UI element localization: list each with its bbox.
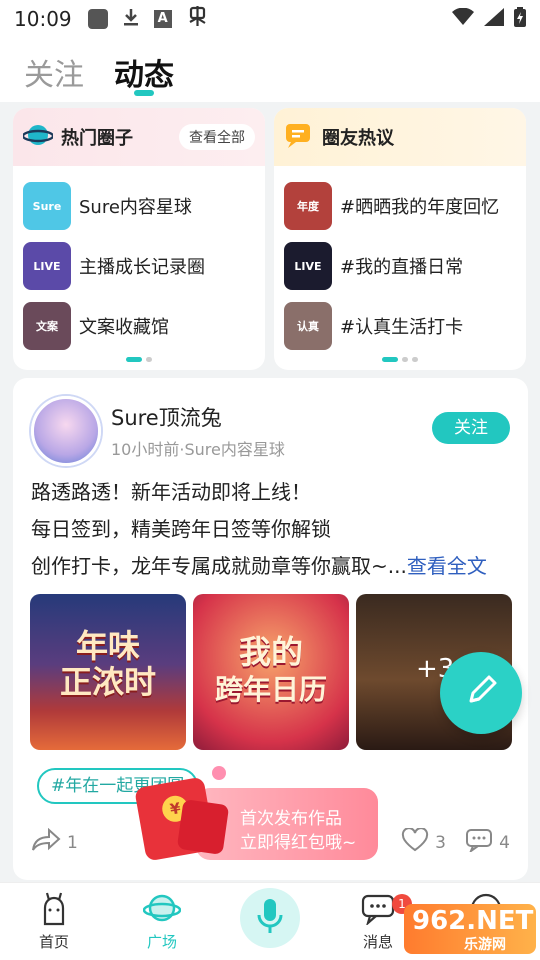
heart-icon bbox=[401, 827, 429, 857]
site-watermark: 962.NET 乐游网 bbox=[404, 904, 536, 954]
comment-action[interactable]: 4 bbox=[465, 828, 510, 857]
read-more-link[interactable]: 查看全文 bbox=[407, 554, 487, 578]
post-meta: 10小时前·Sure内容星球 bbox=[111, 440, 285, 459]
circle-item[interactable]: Sure Sure内容星球 bbox=[23, 182, 265, 230]
hot-topics-card: 圈友热议 年度 #晒晒我的年度回忆 LIVE #我的直播日常 认真 #认真生活打… bbox=[274, 108, 526, 370]
watermark-bottom: 乐游网 bbox=[464, 937, 506, 953]
status-right bbox=[452, 6, 526, 32]
follow-button[interactable]: 关注 bbox=[432, 412, 510, 444]
red-packet-promo[interactable]: ¥ 首次发布作品 立即得红包哦~ bbox=[134, 766, 380, 862]
post-images: 年味 正浓时 我的 跨年日历 +3 bbox=[30, 594, 512, 750]
pager-dot bbox=[402, 357, 408, 362]
topic-thumbnail: 年度 bbox=[284, 182, 332, 230]
pager-dots bbox=[274, 357, 526, 362]
nav-square-label: 广场 bbox=[146, 933, 177, 951]
pencil-icon bbox=[463, 673, 499, 713]
download-icon bbox=[122, 7, 140, 32]
a-notification-icon: A bbox=[153, 10, 172, 28]
post-image[interactable]: 年味 正浓时 bbox=[30, 594, 186, 750]
hot-topics-header[interactable]: 圈友热议 bbox=[274, 108, 526, 166]
author-name[interactable]: Sure顶流兔 bbox=[111, 402, 222, 432]
pager-dots bbox=[13, 357, 265, 362]
voice-button[interactable] bbox=[240, 888, 300, 948]
hot-circles-header[interactable]: 热门圈子 查看全部 bbox=[13, 108, 265, 166]
red-envelope-icon bbox=[176, 799, 230, 855]
nav-messages-label: 消息 bbox=[362, 933, 393, 951]
image-caption: 正浓时 bbox=[59, 663, 156, 701]
nav-square[interactable]: 广场 bbox=[122, 891, 202, 952]
post-image[interactable]: 我的 跨年日历 bbox=[193, 594, 349, 750]
promo-line1: 首次发布作品 bbox=[240, 809, 342, 829]
hot-topics-list: 年度 #晒晒我的年度回忆 LIVE #我的直播日常 认真 #认真生活打卡 bbox=[274, 166, 526, 350]
planet-icon bbox=[21, 121, 55, 153]
battery-icon bbox=[514, 6, 526, 32]
pager-dot bbox=[412, 357, 418, 362]
share-icon bbox=[31, 827, 61, 857]
nav-home-label: 首页 bbox=[38, 933, 69, 951]
post-line: 创作打卡，龙年专属成就勋章等你赢取~... bbox=[31, 554, 407, 578]
topic-thumbnail: 认真 bbox=[284, 302, 332, 350]
status-time: 10:09 bbox=[14, 7, 72, 31]
promo-line2: 立即得红包哦~ bbox=[240, 833, 357, 853]
topic-thumbnail: LIVE bbox=[284, 242, 332, 290]
signal-icon bbox=[484, 7, 504, 31]
topic-label: #认真生活打卡 bbox=[340, 317, 464, 338]
comment-count: 4 bbox=[499, 832, 510, 853]
circle-thumbnail: LIVE bbox=[23, 242, 71, 290]
compose-fab[interactable] bbox=[440, 652, 522, 734]
hot-circles-list: Sure Sure内容星球 LIVE 主播成长记录圈 文案 文案收藏馆 bbox=[13, 166, 265, 350]
wifi-icon bbox=[452, 7, 474, 31]
app-notification-icon bbox=[87, 9, 108, 29]
topic-item[interactable]: 年度 #晒晒我的年度回忆 bbox=[284, 182, 526, 230]
post-line: 路透路透！新年活动即将上线！ bbox=[31, 480, 311, 504]
image-caption: 跨年日历 bbox=[214, 673, 327, 706]
circle-label: 文案收藏馆 bbox=[79, 317, 169, 338]
hot-topics-title: 圈友热议 bbox=[322, 128, 394, 149]
app-badge-icon bbox=[186, 5, 210, 33]
nav-home[interactable]: 首页 bbox=[14, 891, 94, 952]
tab-feed[interactable]: 动态 bbox=[114, 50, 174, 94]
topic-item[interactable]: 认真 #认真生活打卡 bbox=[284, 302, 526, 350]
image-caption: 年味 bbox=[75, 627, 140, 665]
pager-dot-active bbox=[382, 357, 398, 362]
planet-nav-icon bbox=[122, 891, 202, 927]
like-count: 3 bbox=[435, 832, 446, 853]
topic-item[interactable]: LIVE #我的直播日常 bbox=[284, 242, 526, 290]
circle-thumbnail: Sure bbox=[23, 182, 71, 230]
author-avatar[interactable] bbox=[31, 396, 101, 466]
pager-dot-active bbox=[126, 357, 142, 362]
decor-bubble bbox=[212, 766, 226, 780]
pager-dot bbox=[146, 357, 152, 362]
top-tabs: 关注 动态 bbox=[0, 38, 540, 102]
rabbit-home-icon bbox=[14, 891, 94, 927]
topic-label: #晒晒我的年度回忆 bbox=[340, 197, 500, 218]
hot-circles-card: 热门圈子 查看全部 Sure Sure内容星球 LIVE 主播成长记录圈 文案 … bbox=[13, 108, 265, 370]
chat-bubble-icon bbox=[284, 121, 314, 153]
see-all-button[interactable]: 查看全部 bbox=[179, 124, 255, 150]
watermark-top: 962.NET bbox=[412, 906, 534, 936]
microphone-icon bbox=[256, 897, 284, 939]
share-count: 1 bbox=[67, 832, 78, 853]
comment-icon bbox=[465, 828, 493, 857]
share-action[interactable]: 1 bbox=[31, 827, 78, 857]
circle-thumbnail: 文案 bbox=[23, 302, 71, 350]
topic-label: #我的直播日常 bbox=[340, 257, 464, 278]
circle-label: Sure内容星球 bbox=[79, 197, 192, 218]
circle-label: 主播成长记录圈 bbox=[79, 257, 205, 278]
post-line: 每日签到，精美跨年日签等你解锁 bbox=[31, 517, 331, 541]
circle-item[interactable]: LIVE 主播成长记录圈 bbox=[23, 242, 265, 290]
circle-item[interactable]: 文案 文案收藏馆 bbox=[23, 302, 265, 350]
like-action[interactable]: 3 bbox=[401, 827, 446, 857]
post-line-last: 创作打卡，龙年专属成就勋章等你赢取~...查看全文 bbox=[31, 548, 521, 585]
tab-follow[interactable]: 关注 bbox=[24, 50, 84, 94]
image-caption: 我的 bbox=[238, 633, 303, 671]
post-body: 路透路透！新年活动即将上线！ 每日签到，精美跨年日签等你解锁 创作打卡，龙年专属… bbox=[31, 474, 521, 585]
tab-active-indicator bbox=[134, 90, 154, 96]
hot-circles-title: 热门圈子 bbox=[61, 128, 133, 149]
status-bar: 10:09 A bbox=[0, 0, 540, 38]
